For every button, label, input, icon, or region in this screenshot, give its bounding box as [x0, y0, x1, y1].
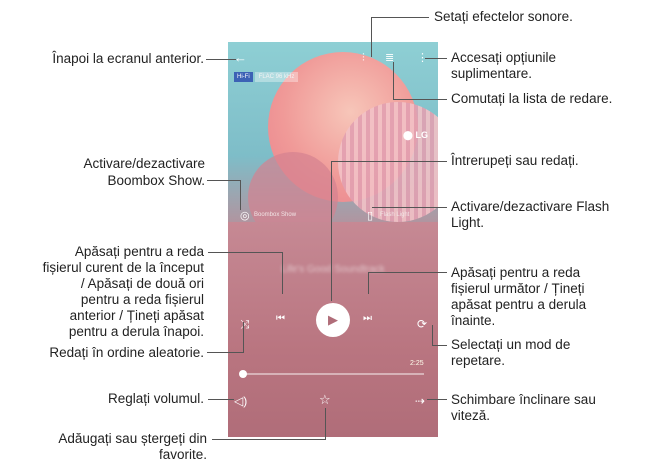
seek-bar[interactable]: [242, 373, 424, 375]
callout-repeat-2: repetare.: [451, 353, 506, 368]
leader-equalizer-h: [371, 17, 429, 18]
callout-prev-2: fișierul curent de la început: [42, 260, 204, 275]
album-art-small-circle: [248, 152, 338, 232]
leader-prev-v: [282, 252, 283, 294]
previous-track-icon[interactable]: ⏮: [276, 313, 285, 325]
format-badge: FLAC 96 kHz: [254, 72, 299, 82]
leader-playlist-v: [393, 62, 394, 100]
flashlight-label: Flash Light: [380, 212, 410, 218]
leader-repeat-v: [432, 325, 433, 346]
leader-volume: [208, 399, 234, 400]
leader-favorite-h: [212, 439, 326, 440]
play-button[interactable]: ▶: [316, 303, 350, 337]
leader-play-v: [331, 161, 332, 301]
callout-next-3: apăsat pentru a derula: [451, 297, 587, 312]
callout-favorite-2: favorite.: [158, 447, 207, 462]
speed-pitch-icon[interactable]: ⇢: [415, 395, 425, 407]
boombox-label: Boombox Show: [254, 212, 297, 218]
callout-boombox-2: Boombox Show.: [107, 173, 205, 188]
flashlight-icon[interactable]: ▯: [367, 210, 373, 222]
boombox-icon[interactable]: ◎: [240, 210, 250, 222]
callout-back: Înapoi la ecranul anterior.: [52, 51, 204, 66]
leader-shuffle-v: [243, 322, 244, 353]
lg-logo: ⬤ LG: [402, 130, 428, 140]
callout-next-4: înainte.: [451, 313, 496, 328]
leader-prev-h: [208, 252, 283, 253]
total-time: 2:25: [410, 360, 424, 367]
equalizer-icon[interactable]: ⫶: [362, 52, 365, 64]
leader-boombox-v: [240, 180, 241, 210]
callout-more-1: Accesați opțiunile: [451, 50, 557, 65]
music-player-screen: ← ⫶ ≣ ⋮ Hi-Fi FLAC 96 kHz ⬤ LG ◎ Boombox…: [228, 42, 438, 437]
leader-next-h: [368, 272, 447, 273]
callout-play: Întrerupeți sau redați.: [451, 153, 579, 168]
callout-playlist: Comutați la lista de redare.: [451, 91, 613, 106]
back-arrow-icon[interactable]: ←: [234, 51, 247, 64]
leader-equalizer-v: [371, 17, 372, 57]
callout-flashlight-2: Light.: [451, 215, 485, 230]
song-title: Life's Good Soundtrack: [281, 264, 385, 275]
callout-prev-4: pentru a reda fișierul: [80, 292, 204, 307]
callout-speed-1: Schimbare înclinare sau: [451, 392, 596, 407]
leader-boombox-h: [207, 180, 241, 181]
shuffle-icon[interactable]: ⤨: [240, 318, 250, 330]
leader-play-h: [331, 161, 447, 162]
callout-repeat-1: Selectați un mod de: [451, 337, 571, 352]
callout-equalizer: Setați efectelor sonore.: [434, 9, 573, 24]
callout-more-2: suplimentare.: [451, 66, 533, 81]
seek-knob[interactable]: [239, 370, 247, 378]
callout-favorite-1: Adăugați sau ștergeți din: [58, 431, 207, 446]
leader-back: [206, 59, 236, 60]
repeat-icon[interactable]: ⟳: [417, 318, 427, 330]
next-track-icon[interactable]: ⏭: [363, 313, 372, 325]
volume-icon[interactable]: ◁): [234, 395, 247, 407]
leader-shuffle-h: [207, 352, 244, 353]
callout-prev-6: pentru a derula înapoi.: [68, 324, 204, 339]
leader-playlist-h: [393, 99, 447, 100]
leader-next-v: [368, 272, 369, 294]
callout-boombox-1: Activare/dezactivare: [83, 156, 205, 171]
leader-more: [425, 58, 447, 59]
callout-volume: Reglați volumul.: [107, 391, 204, 406]
leader-speed: [427, 399, 447, 400]
callout-next-1: Apăsați pentru a reda: [451, 265, 581, 280]
star-icon[interactable]: ☆: [319, 393, 331, 406]
callout-shuffle: Redați în ordine aleatorie.: [49, 345, 204, 360]
callout-next-2: fișierul următor / Țineți: [451, 281, 585, 296]
callout-prev-3: / Apăsați de două ori: [80, 276, 204, 291]
callout-prev-5: anterior / Țineți apăsat: [69, 308, 204, 323]
leader-flashlight: [372, 207, 447, 208]
callout-prev-1: Apăsați pentru a reda: [74, 244, 204, 259]
callout-speed-2: viteză.: [451, 408, 491, 423]
hifi-badge: Hi-Fi: [234, 72, 253, 82]
leader-repeat-h: [432, 345, 447, 346]
audio-quality-badge: Hi-Fi FLAC 96 kHz: [234, 72, 299, 82]
play-icon: ▶: [328, 312, 338, 327]
callout-flashlight-1: Activare/dezactivare Flash: [451, 199, 610, 214]
leader-favorite-v: [325, 408, 326, 440]
